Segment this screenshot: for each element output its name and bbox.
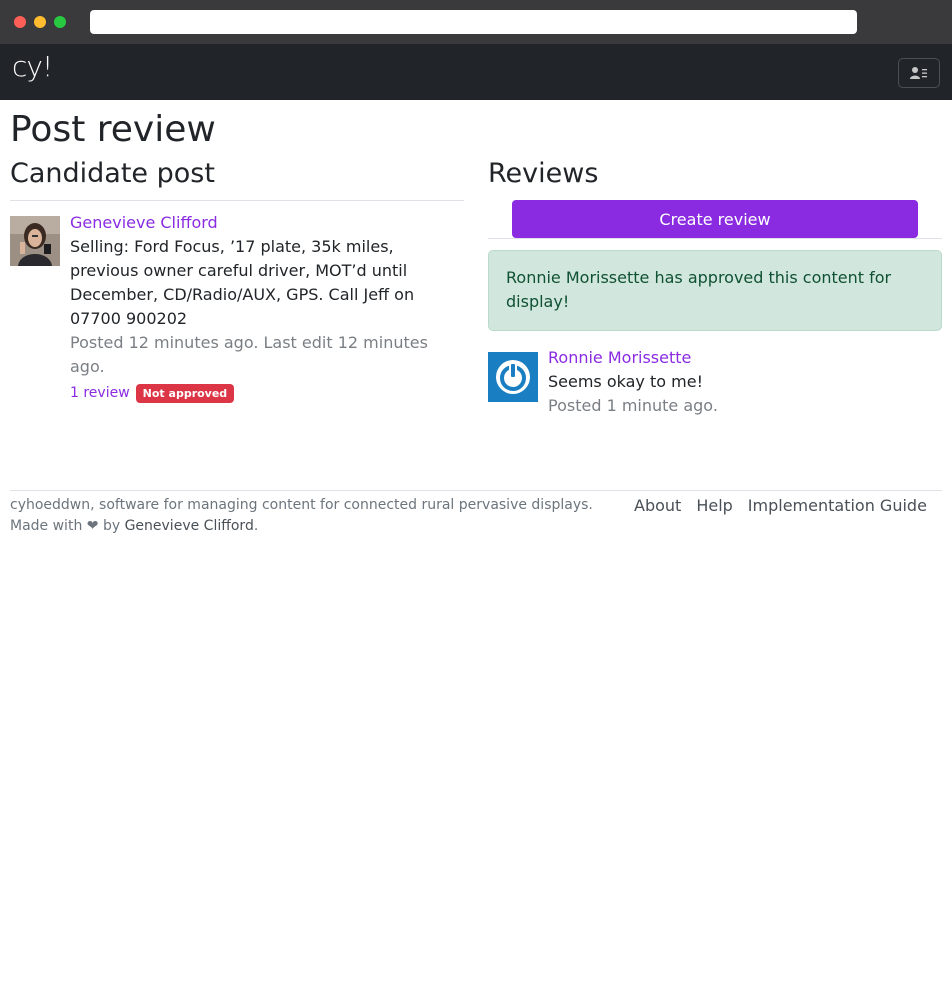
author-avatar[interactable] [10,216,60,266]
footer-divider [10,490,942,491]
footer-credit: Made with ❤ by Genevieve Clifford. [10,516,610,537]
post-text: Selling: Ford Focus, ’17 plate, 35k mile… [70,237,415,328]
credit-suffix: . [253,518,259,534]
footer-link-help[interactable]: Help [696,496,732,515]
footer-link-implementation-guide[interactable]: Implementation Guide [748,496,927,515]
review-timestamp: Posted 1 minute ago. [548,396,718,415]
candidate-post-heading: Candidate post [10,158,215,189]
candidate-post: Genevieve Clifford Selling: Ford Focus, … [70,211,455,405]
footer-description: cyhoeddwn, software for managing content… [10,497,593,513]
footer-info: cyhoeddwn, software for managing content… [10,495,610,537]
approval-alert: Ronnie Morissette has approved this cont… [488,250,942,331]
reviews-heading: Reviews [488,158,599,189]
address-bar[interactable] [90,10,857,34]
avatar-photo-image [10,216,60,266]
post-timestamp: Posted 12 minutes ago. Last edit 12 minu… [70,333,428,376]
user-menu-button[interactable] [898,58,940,88]
navbar: cy! [0,44,952,100]
review-item: Ronnie Morissette Seems okay to me! Post… [548,346,938,418]
reviewer-name-link[interactable]: Ronnie Morissette [548,348,691,367]
divider [488,238,942,239]
credit-author-link[interactable]: Genevieve Clifford [125,518,254,534]
browser-chrome [0,0,952,44]
user-menu-icon [910,67,927,79]
footer-links: About Help Implementation Guide [634,496,927,515]
review-count-link[interactable]: 1 review [70,381,130,405]
post-author-link[interactable]: Genevieve Clifford [70,213,218,232]
power-icon [496,360,530,394]
review-text: Seems okay to me! [548,372,703,391]
post-meta: 1 review Not approved [70,381,455,405]
create-review-button[interactable]: Create review [512,200,918,238]
close-window-button[interactable] [14,16,26,28]
status-badge: Not approved [135,383,235,403]
maximize-window-button[interactable] [54,16,66,28]
page-title: Post review [10,109,216,150]
reviewer-avatar[interactable] [488,352,538,402]
brand-logo[interactable]: cy! [12,50,53,83]
divider [10,200,464,201]
credit-prefix: Made with ❤ by [10,518,121,534]
footer-link-about[interactable]: About [634,496,681,515]
minimize-window-button[interactable] [34,16,46,28]
